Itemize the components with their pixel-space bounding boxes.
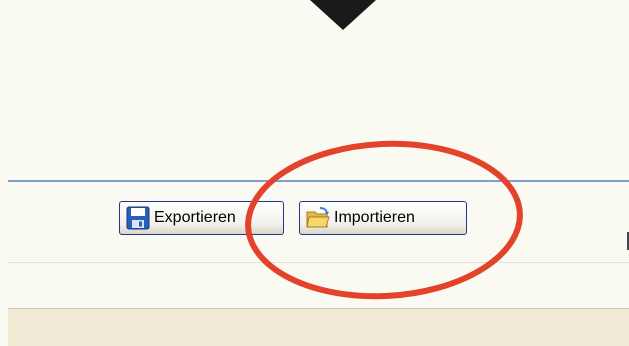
export-button[interactable]: Exportieren: [119, 201, 284, 235]
status-band: [8, 308, 629, 346]
export-button-label: Exportieren: [154, 209, 236, 226]
save-floppy-icon: [126, 206, 150, 230]
open-folder-icon: [306, 207, 330, 228]
import-button-label: Importieren: [334, 209, 415, 226]
pointer-arrow-icon: [310, 0, 376, 30]
toolbar-bottom-divider: [8, 262, 629, 263]
toolbar-top-divider: [8, 180, 629, 182]
import-button[interactable]: Importieren: [299, 201, 467, 235]
